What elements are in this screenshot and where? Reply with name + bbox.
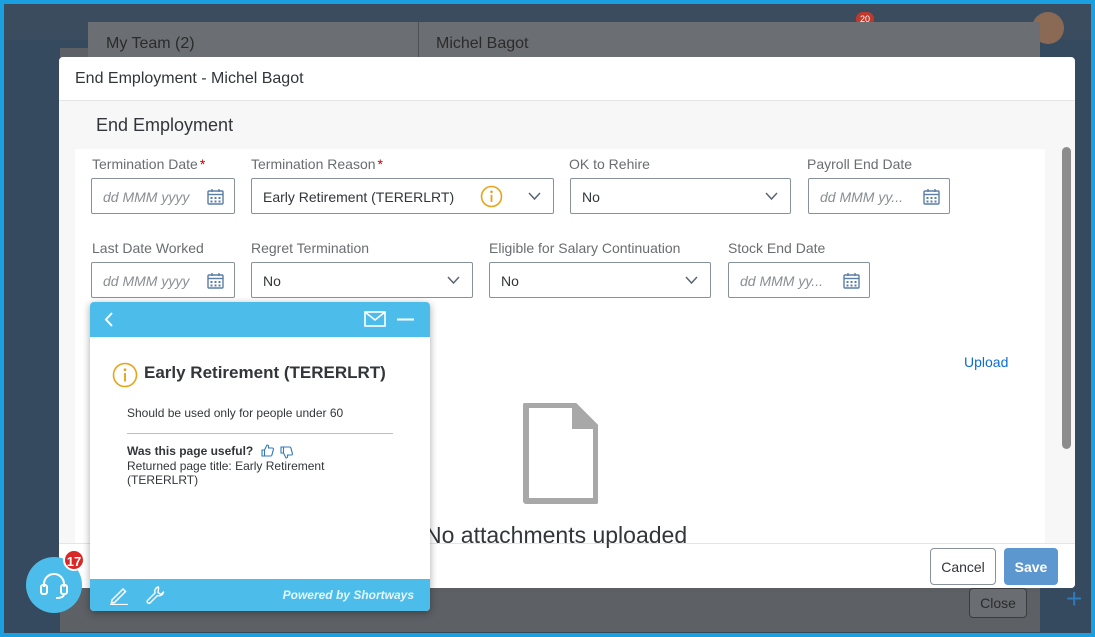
back-icon[interactable] xyxy=(103,311,115,328)
eligible-salary-continuation-value: No xyxy=(501,273,519,289)
document-icon xyxy=(523,403,598,504)
last-date-worked-placeholder: dd MMM yyyy xyxy=(103,273,190,289)
section-header: End Employment xyxy=(79,101,1049,147)
wrench-icon[interactable] xyxy=(145,585,165,605)
scrollbar[interactable] xyxy=(1062,147,1071,449)
chevron-down-icon[interactable] xyxy=(447,275,460,285)
calendar-icon[interactable] xyxy=(923,188,940,205)
cancel-button[interactable]: Cancel xyxy=(930,548,996,585)
no-attachments-text: No attachments uploaded xyxy=(425,522,688,548)
dialog-header: End Employment - Michel Bagot xyxy=(59,57,1075,101)
eligible-salary-continuation-label: Eligible for Salary Continuation xyxy=(489,240,681,256)
help-popup-divider xyxy=(127,433,393,434)
ok-to-rehire-label: OK to Rehire xyxy=(569,156,650,172)
eligible-salary-continuation-select[interactable]: No xyxy=(489,262,711,298)
regret-termination-select[interactable]: No xyxy=(251,262,473,298)
info-icon[interactable] xyxy=(480,185,503,208)
upload-link[interactable]: Upload xyxy=(964,354,1008,370)
my-team-label[interactable]: My Team (2) xyxy=(106,35,195,53)
calendar-icon[interactable] xyxy=(207,188,224,205)
info-icon xyxy=(112,362,138,388)
mail-icon[interactable] xyxy=(364,311,386,327)
help-popup: Early Retirement (TERERLRT) Should be us… xyxy=(90,302,430,611)
header-divider xyxy=(418,22,419,62)
payroll-end-date-placeholder: dd MMM yy... xyxy=(820,189,903,205)
employee-name: Michel Bagot xyxy=(436,35,529,52)
last-date-worked-label: Last Date Worked xyxy=(92,240,204,256)
save-button[interactable]: Save xyxy=(1004,548,1058,585)
stock-end-date-input[interactable]: dd MMM yy... xyxy=(728,262,870,298)
help-popup-header xyxy=(90,302,430,337)
payroll-end-date-label: Payroll End Date xyxy=(807,156,913,172)
chevron-down-icon[interactable] xyxy=(685,275,698,285)
feedback-question: Was this page useful? xyxy=(127,444,254,458)
last-date-worked-input[interactable]: dd MMM yyyy xyxy=(91,262,235,298)
help-popup-title: Early Retirement (TERERLRT) xyxy=(144,363,386,382)
section-title: End Employment xyxy=(96,115,234,135)
termination-date-placeholder: dd MMM yyyy xyxy=(103,189,190,205)
termination-date-input[interactable]: dd MMM yyyy xyxy=(91,178,235,214)
support-badge: 17 xyxy=(63,549,85,571)
background-card-header: My Team (2) Michel Bagot xyxy=(88,22,1040,62)
thumbs-up-icon[interactable] xyxy=(261,444,274,457)
dialog-title: End Employment - Michel Bagot xyxy=(75,70,304,87)
pencil-icon[interactable] xyxy=(109,585,129,605)
stock-end-date-placeholder: dd MMM yy... xyxy=(740,273,823,289)
regret-termination-value: No xyxy=(263,273,281,289)
help-popup-description: Should be used only for people under 60 xyxy=(127,406,344,420)
ok-to-rehire-value: No xyxy=(582,189,600,205)
background-close-button[interactable]: Close xyxy=(969,588,1027,618)
regret-termination-label: Regret Termination xyxy=(251,240,370,256)
headset-icon xyxy=(40,573,68,599)
help-popup-footer: Powered by Shortways xyxy=(90,579,430,611)
calendar-icon[interactable] xyxy=(843,272,860,289)
stock-end-date-label: Stock End Date xyxy=(728,240,826,256)
termination-reason-label: Termination Reason * xyxy=(251,156,383,172)
chevron-down-icon[interactable] xyxy=(765,191,778,201)
calendar-icon[interactable] xyxy=(207,272,224,289)
ok-to-rehire-select[interactable]: No xyxy=(570,178,791,214)
powered-by-label: Powered by Shortways xyxy=(282,588,414,602)
feedback-row: Was this page useful? xyxy=(127,444,293,459)
termination-reason-select[interactable]: Early Retirement (TERERLRT) xyxy=(251,178,554,214)
returned-page-title: Returned page title: Early Retirement (T… xyxy=(127,459,325,487)
minimize-icon[interactable] xyxy=(397,318,414,321)
thumbs-down-icon[interactable] xyxy=(280,446,293,459)
payroll-end-date-input[interactable]: dd MMM yy... xyxy=(808,178,950,214)
termination-reason-value: Early Retirement (TERERLRT) xyxy=(263,189,455,205)
chevron-down-icon[interactable] xyxy=(528,191,541,201)
termination-date-label: Termination Date * xyxy=(92,156,206,172)
